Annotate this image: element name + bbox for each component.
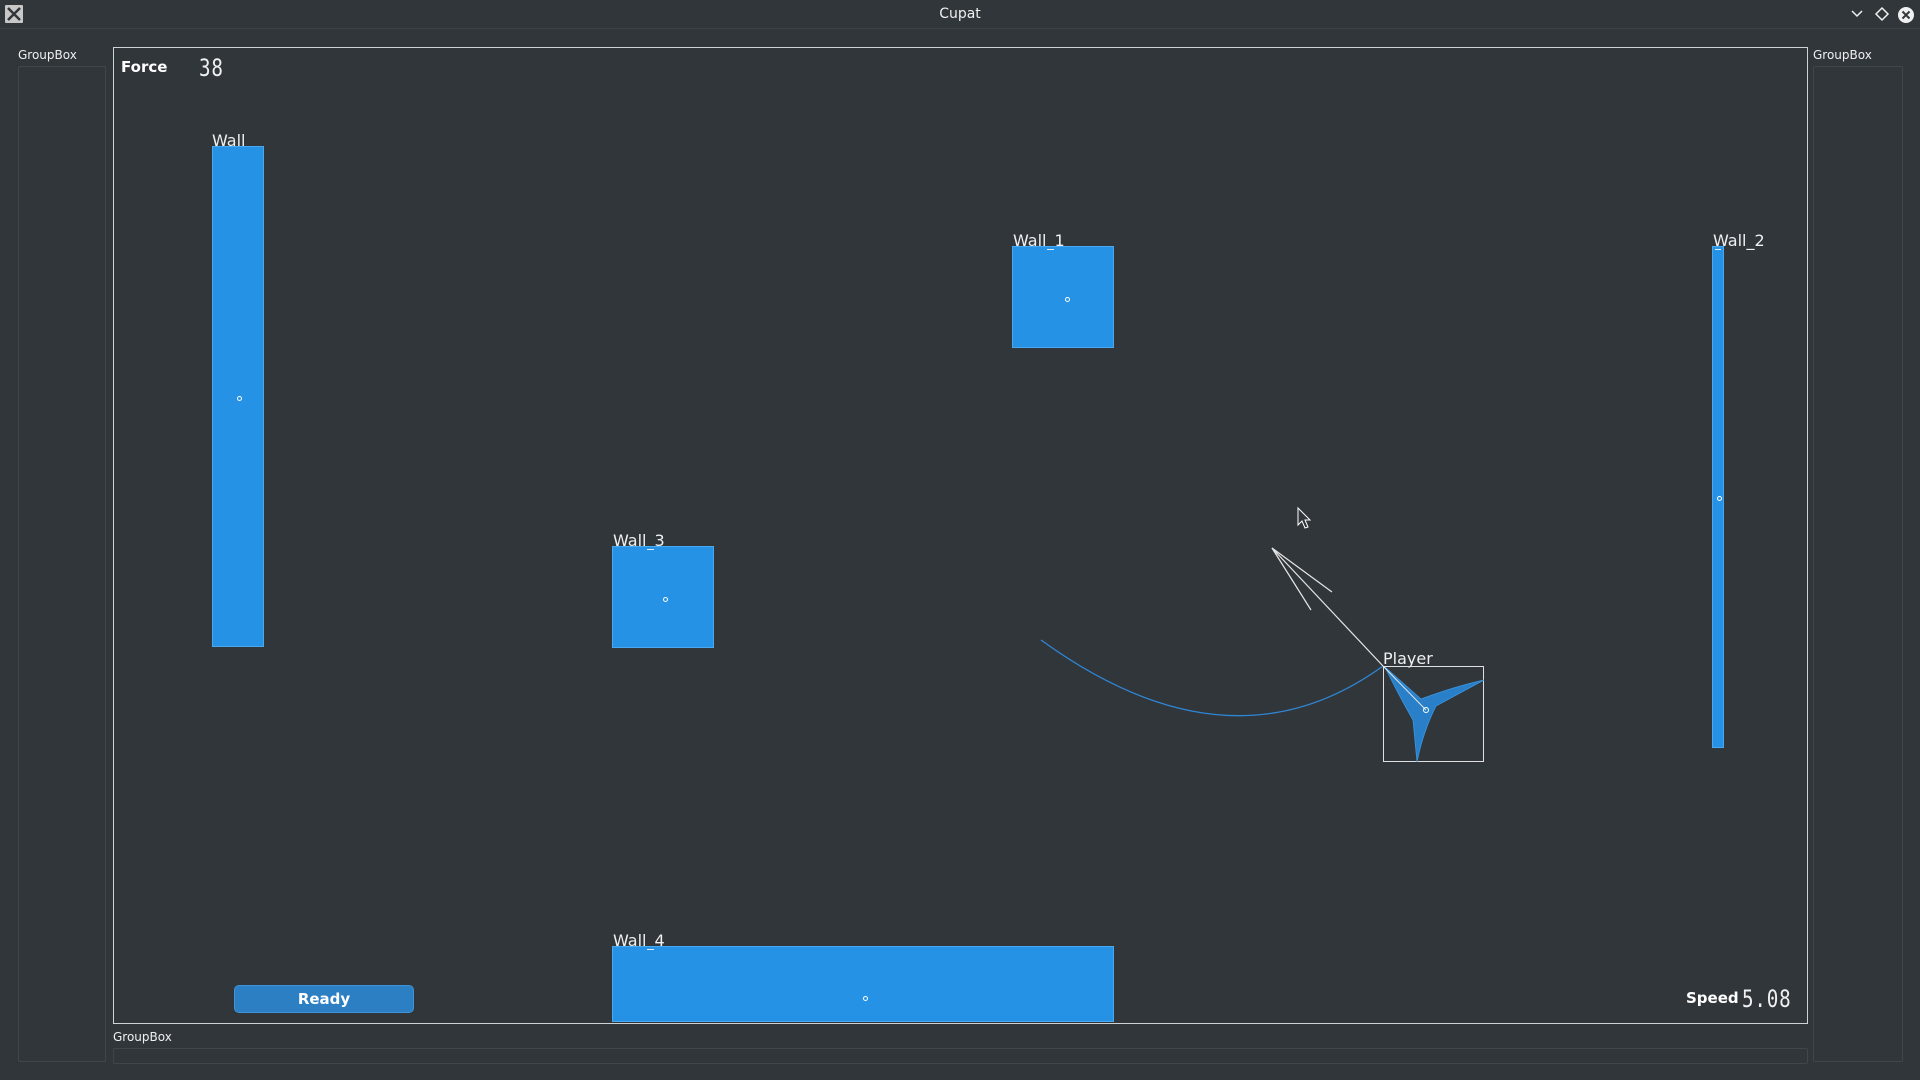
scene-overlay xyxy=(1040,506,1485,763)
aim-arrowhead-left xyxy=(1271,547,1312,611)
trajectory-arc xyxy=(1040,639,1384,717)
aim-arrowhead-right xyxy=(1271,547,1333,593)
aim-line xyxy=(1271,547,1384,667)
ready-button[interactable]: Ready xyxy=(234,985,414,1013)
mouse-cursor-icon xyxy=(1297,506,1312,529)
speed-lcd-display: 5.08 xyxy=(1742,985,1792,1013)
player-shape xyxy=(1384,666,1485,763)
speed-label: Speed xyxy=(1686,989,1739,1007)
